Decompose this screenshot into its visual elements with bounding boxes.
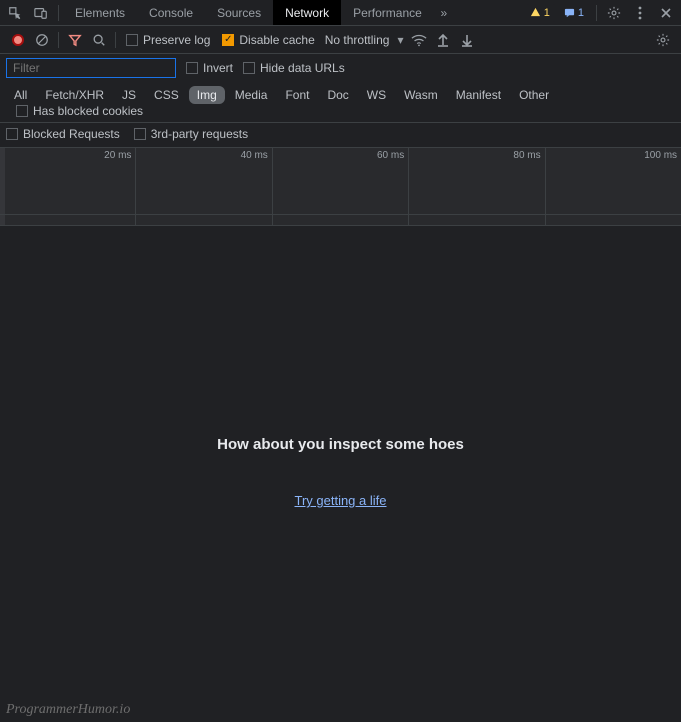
preserve-log-label: Preserve log xyxy=(143,33,210,47)
more-tabs-icon[interactable]: » xyxy=(434,0,454,26)
checkbox-icon xyxy=(186,62,198,74)
checkbox-icon xyxy=(126,34,138,46)
disable-cache-label: Disable cache xyxy=(239,33,314,47)
filter-input[interactable] xyxy=(6,58,176,78)
filter-icon xyxy=(68,33,82,47)
type-media[interactable]: Media xyxy=(227,86,276,104)
blocked-requests-label: Blocked Requests xyxy=(23,127,120,141)
disable-cache-checkbox[interactable]: Disable cache xyxy=(222,33,314,47)
type-all[interactable]: All xyxy=(6,86,35,104)
divider xyxy=(58,32,59,48)
inspect-element-icon[interactable] xyxy=(2,0,28,26)
tab-sources[interactable]: Sources xyxy=(205,0,273,25)
divider xyxy=(115,32,116,48)
has-blocked-cookies-label: Has blocked cookies xyxy=(33,104,143,118)
type-img[interactable]: Img xyxy=(189,86,225,104)
kebab-menu-icon[interactable] xyxy=(627,0,653,26)
warnings-count: 1 xyxy=(544,7,550,19)
warnings-badge[interactable]: 1 xyxy=(527,4,555,22)
upload-har-button[interactable] xyxy=(431,28,455,52)
message-icon xyxy=(564,7,575,18)
blocked-requests-checkbox[interactable]: Blocked Requests xyxy=(6,127,120,141)
tab-console[interactable]: Console xyxy=(137,0,205,25)
network-toolbar: Preserve log Disable cache No throttling… xyxy=(0,26,681,54)
third-party-checkbox[interactable]: 3rd-party requests xyxy=(134,127,248,141)
type-css[interactable]: CSS xyxy=(146,86,187,104)
warning-icon xyxy=(530,7,541,18)
timeline-tick: 80 ms xyxy=(513,150,540,161)
clear-icon xyxy=(35,33,49,47)
preserve-log-checkbox[interactable]: Preserve log xyxy=(126,33,210,47)
search-button[interactable] xyxy=(87,28,111,52)
type-font[interactable]: Font xyxy=(277,86,317,104)
throttling-select[interactable]: No throttling ▾ xyxy=(325,33,404,47)
empty-state-message: How about you inspect some hoes xyxy=(217,436,464,453)
tab-performance[interactable]: Performance xyxy=(341,0,434,25)
timeline-tick: 40 ms xyxy=(241,150,268,161)
image-watermark: ProgrammerHumor.io xyxy=(6,702,130,718)
invert-label: Invert xyxy=(203,61,233,75)
devtools-tabstrip: Elements Console Sources Network Perform… xyxy=(0,0,681,26)
network-conditions-button[interactable] xyxy=(407,28,431,52)
tab-network[interactable]: Network xyxy=(273,0,341,25)
checkbox-icon xyxy=(134,128,146,140)
device-toolbar-icon[interactable] xyxy=(28,0,54,26)
divider xyxy=(596,5,597,21)
invert-checkbox[interactable]: Invert xyxy=(186,61,233,75)
checkbox-icon xyxy=(243,62,255,74)
filter-toggle[interactable] xyxy=(63,28,87,52)
network-settings-button[interactable] xyxy=(651,28,675,52)
type-other[interactable]: Other xyxy=(511,86,557,104)
clear-button[interactable] xyxy=(30,28,54,52)
timeline-slot: 20 ms xyxy=(0,148,136,225)
close-devtools-icon[interactable] xyxy=(653,0,679,26)
checkbox-icon xyxy=(16,105,28,117)
timeline-tick: 100 ms xyxy=(644,150,677,161)
gear-icon xyxy=(656,33,670,47)
panel-tabs: Elements Console Sources Network Perform… xyxy=(63,0,454,25)
download-icon xyxy=(461,33,473,47)
has-blocked-cookies-checkbox[interactable]: Has blocked cookies xyxy=(16,104,143,118)
network-empty-state: How about you inspect some hoes Try gett… xyxy=(0,226,681,718)
timeline-tick: 20 ms xyxy=(104,150,131,161)
throttling-value: No throttling xyxy=(325,33,390,47)
empty-state-link[interactable]: Try getting a life xyxy=(294,493,386,508)
tab-elements[interactable]: Elements xyxy=(63,0,137,25)
timeline-overview[interactable]: 20 ms 40 ms 60 ms 80 ms 100 ms xyxy=(0,148,681,226)
caret-down-icon: ▾ xyxy=(397,33,403,47)
checkbox-checked-icon xyxy=(222,34,234,46)
third-party-label: 3rd-party requests xyxy=(151,127,248,141)
type-doc[interactable]: Doc xyxy=(319,86,356,104)
hide-data-urls-label: Hide data URLs xyxy=(260,61,345,75)
timeline-slot: 40 ms xyxy=(136,148,272,225)
timeline-slot: 60 ms xyxy=(273,148,409,225)
type-fetch-xhr[interactable]: Fetch/XHR xyxy=(37,86,112,104)
filter-bar-2: Blocked Requests 3rd-party requests xyxy=(0,123,681,148)
type-js[interactable]: JS xyxy=(114,86,144,104)
wifi-icon xyxy=(411,33,427,47)
type-wasm[interactable]: Wasm xyxy=(396,86,446,104)
timeline-slot: 80 ms xyxy=(409,148,545,225)
type-ws[interactable]: WS xyxy=(359,86,394,104)
timeline-slot: 100 ms xyxy=(546,148,681,225)
resource-type-filters: All Fetch/XHR JS CSS Img Media Font Doc … xyxy=(6,86,675,118)
record-icon xyxy=(12,34,24,46)
chevron-double-right-icon: » xyxy=(440,6,447,20)
search-icon xyxy=(92,33,106,47)
settings-icon[interactable] xyxy=(601,0,627,26)
messages-count: 1 xyxy=(578,7,584,19)
record-button[interactable] xyxy=(6,28,30,52)
checkbox-icon xyxy=(6,128,18,140)
messages-badge[interactable]: 1 xyxy=(561,4,589,22)
hide-data-urls-checkbox[interactable]: Hide data URLs xyxy=(243,61,345,75)
type-manifest[interactable]: Manifest xyxy=(448,86,509,104)
timeline-tick: 60 ms xyxy=(377,150,404,161)
download-har-button[interactable] xyxy=(455,28,479,52)
upload-icon xyxy=(437,33,449,47)
divider xyxy=(58,5,59,21)
filter-bar: Invert Hide data URLs All Fetch/XHR JS C… xyxy=(0,54,681,123)
